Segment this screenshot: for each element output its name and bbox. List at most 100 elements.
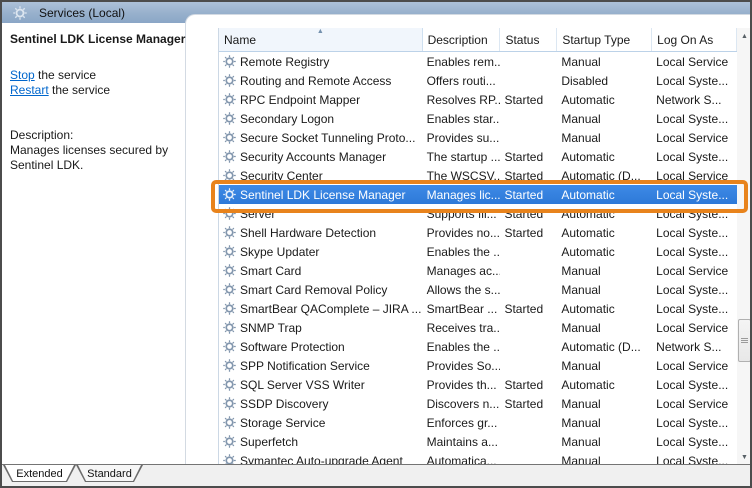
service-log-on-as: Network S... bbox=[652, 90, 737, 109]
service-description: Enables star... bbox=[423, 109, 501, 128]
service-gear-icon bbox=[223, 359, 236, 372]
service-gear-icon bbox=[223, 264, 236, 277]
service-description: Provides So... bbox=[423, 356, 501, 375]
service-status: Started bbox=[500, 204, 557, 223]
service-row[interactable]: Software Protection Enables the ... Auto… bbox=[219, 337, 737, 356]
service-description: Allows the s... bbox=[423, 280, 501, 299]
service-log-on-as: Local Syste... bbox=[652, 432, 737, 451]
extended-taskpad: Sentinel LDK License Manager Stop the se… bbox=[10, 32, 212, 46]
service-description: Enables rem... bbox=[423, 52, 501, 71]
service-log-on-as: Local Syste... bbox=[652, 71, 737, 90]
service-row[interactable]: Security Accounts Manager The startup ..… bbox=[219, 147, 737, 166]
restart-service-line: Restart the service bbox=[10, 83, 110, 97]
service-row[interactable]: SSDP Discovery Discovers n... Started Ma… bbox=[219, 394, 737, 413]
service-name: Security Accounts Manager bbox=[240, 150, 386, 164]
service-row[interactable]: Remote Registry Enables rem... Manual Lo… bbox=[219, 52, 737, 71]
scroll-down-button[interactable]: ▼ bbox=[737, 449, 752, 465]
service-gear-icon bbox=[223, 283, 236, 296]
stop-link[interactable]: Stop bbox=[10, 68, 35, 82]
service-log-on-as: Local Syste... bbox=[652, 204, 737, 223]
service-row[interactable]: Sentinel LDK License Manager Manages lic… bbox=[219, 185, 737, 204]
service-status bbox=[500, 432, 557, 451]
service-name: Security Center bbox=[240, 169, 323, 183]
column-header-description[interactable]: Description bbox=[423, 28, 501, 51]
column-header-log-on-as[interactable]: Log On As bbox=[652, 28, 737, 51]
service-log-on-as: Local Service bbox=[652, 166, 737, 185]
service-startup-type: Manual bbox=[557, 261, 652, 280]
service-row[interactable]: SNMP Trap Receives tra... Manual Local S… bbox=[219, 318, 737, 337]
restart-link[interactable]: Restart bbox=[10, 83, 49, 97]
service-name: SQL Server VSS Writer bbox=[240, 378, 365, 392]
service-startup-type: Manual bbox=[557, 356, 652, 375]
service-log-on-as: Local Syste... bbox=[652, 242, 737, 261]
service-startup-type: Automatic bbox=[557, 242, 652, 261]
service-log-on-as: Local Syste... bbox=[652, 375, 737, 394]
column-header-name[interactable]: ▲ Name bbox=[219, 28, 423, 51]
service-row[interactable]: Smart Card Removal Policy Allows the s..… bbox=[219, 280, 737, 299]
services-console-window: Services (Local) Sentinel LDK License Ma… bbox=[0, 0, 752, 488]
service-row[interactable]: SQL Server VSS Writer Provides th... Sta… bbox=[219, 375, 737, 394]
service-status: Started bbox=[500, 185, 557, 204]
tab-standard[interactable]: Standard bbox=[76, 465, 143, 482]
service-startup-type: Manual bbox=[557, 394, 652, 413]
service-status: Started bbox=[500, 166, 557, 185]
service-log-on-as: Local Syste... bbox=[652, 413, 737, 432]
service-startup-type: Manual bbox=[557, 109, 652, 128]
service-row[interactable]: Secondary Logon Enables star... Manual L… bbox=[219, 109, 737, 128]
service-row[interactable]: Smart Card Manages ac... Manual Local Se… bbox=[219, 261, 737, 280]
service-name: Software Protection bbox=[240, 340, 345, 354]
service-row[interactable]: Shell Hardware Detection Provides no... … bbox=[219, 223, 737, 242]
service-row[interactable]: Server Supports fil... Started Automatic… bbox=[219, 204, 737, 223]
service-row[interactable]: Symantec Auto-upgrade Agent Automatica..… bbox=[219, 451, 737, 465]
vertical-scrollbar[interactable]: ▲ ▼ bbox=[737, 28, 752, 465]
stop-service-line: Stop the service bbox=[10, 68, 96, 82]
service-row[interactable]: SmartBear QAComplete – JIRA ... SmartBea… bbox=[219, 299, 737, 318]
service-row[interactable]: Routing and Remote Access Offers routi..… bbox=[219, 71, 737, 90]
service-status bbox=[500, 413, 557, 432]
service-status bbox=[500, 280, 557, 299]
view-tab-bar: Extended Standard bbox=[2, 464, 750, 486]
service-log-on-as: Local Syste... bbox=[652, 223, 737, 242]
service-log-on-as: Local Syste... bbox=[652, 109, 737, 128]
service-row[interactable]: Storage Service Enforces gr... Manual Lo… bbox=[219, 413, 737, 432]
service-status: Started bbox=[500, 375, 557, 394]
scrollbar-thumb[interactable] bbox=[738, 319, 751, 362]
service-startup-type: Automatic bbox=[557, 204, 652, 223]
service-gear-icon bbox=[223, 188, 236, 201]
service-startup-type: Manual bbox=[557, 413, 652, 432]
service-row[interactable]: Skype Updater Enables the ... Automatic … bbox=[219, 242, 737, 261]
service-status bbox=[500, 242, 557, 261]
scroll-up-button[interactable]: ▲ bbox=[737, 28, 752, 44]
service-gear-icon bbox=[223, 416, 236, 429]
service-log-on-as: Local Syste... bbox=[652, 451, 737, 465]
service-log-on-as: Local Service bbox=[652, 318, 737, 337]
service-rows: Remote Registry Enables rem... Manual Lo… bbox=[219, 52, 737, 465]
column-header-startup-type[interactable]: Startup Type bbox=[557, 28, 652, 51]
service-name: Remote Registry bbox=[240, 55, 329, 69]
service-status bbox=[500, 71, 557, 90]
service-row[interactable]: Secure Socket Tunneling Proto... Provide… bbox=[219, 128, 737, 147]
service-row[interactable]: Security Center The WSCSV... Started Aut… bbox=[219, 166, 737, 185]
service-startup-type: Manual bbox=[557, 451, 652, 465]
service-gear-icon bbox=[223, 226, 236, 239]
service-status bbox=[500, 451, 557, 465]
service-description: Receives tra... bbox=[423, 318, 501, 337]
service-description: Discovers n... bbox=[423, 394, 501, 413]
service-status bbox=[500, 318, 557, 337]
service-name: Secondary Logon bbox=[240, 112, 334, 126]
service-startup-type: Automatic bbox=[557, 375, 652, 394]
service-row[interactable]: SPP Notification Service Provides So... … bbox=[219, 356, 737, 375]
service-description: SmartBear ... bbox=[423, 299, 501, 318]
service-log-on-as: Local Service bbox=[652, 394, 737, 413]
service-log-on-as: Local Service bbox=[652, 356, 737, 375]
service-log-on-as: Local Syste... bbox=[652, 299, 737, 318]
tab-extended[interactable]: Extended bbox=[3, 465, 76, 482]
service-name: Secure Socket Tunneling Proto... bbox=[240, 131, 415, 145]
service-name: SSDP Discovery bbox=[240, 397, 328, 411]
column-header-status[interactable]: Status bbox=[500, 28, 557, 51]
service-description: Manages ac... bbox=[423, 261, 501, 280]
service-row[interactable]: RPC Endpoint Mapper Resolves RP... Start… bbox=[219, 90, 737, 109]
service-startup-type: Automatic (D... bbox=[557, 337, 652, 356]
service-row[interactable]: Superfetch Maintains a... Manual Local S… bbox=[219, 432, 737, 451]
service-description: Enables the ... bbox=[423, 242, 501, 261]
